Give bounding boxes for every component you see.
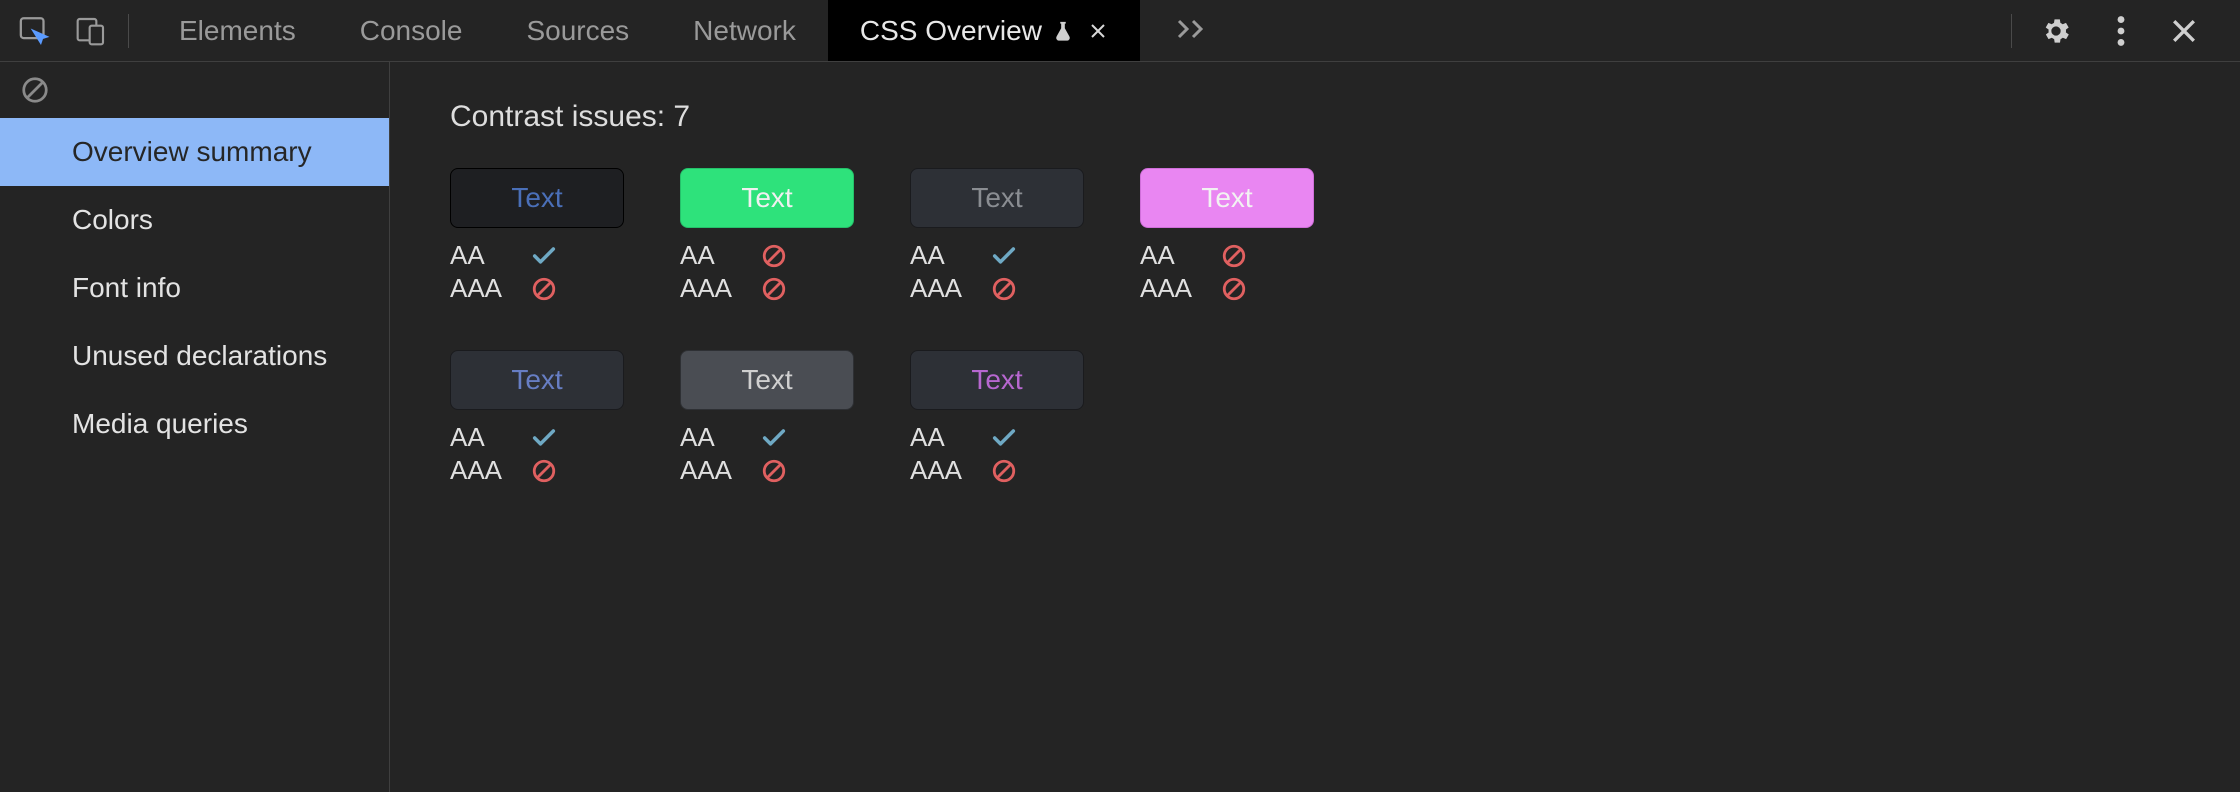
aaa-label: AAA: [680, 455, 760, 486]
aa-label: AA: [450, 240, 530, 271]
swatch-row: TextAAAAATextAAAAATextAAAAATextAAAAA: [450, 168, 2180, 304]
tab-sources[interactable]: Sources: [494, 0, 661, 61]
device-toggle-icon[interactable]: [72, 12, 110, 50]
tab-elements[interactable]: Elements: [147, 0, 328, 61]
swatch-sample: Text: [910, 350, 1084, 410]
heading-prefix: Contrast issues:: [450, 100, 673, 133]
clear-overview-icon[interactable]: [20, 75, 50, 105]
aaa-label: AAA: [450, 273, 530, 304]
aa-label: AA: [680, 240, 760, 271]
sidebar-item[interactable]: Media queries: [0, 390, 389, 458]
contrast-swatch[interactable]: Text AAAAA: [680, 350, 854, 486]
swatch-ratings: AAAAA: [910, 422, 1084, 486]
css-overview-sidebar: Overview summary Colors Font info Unused de…: [0, 62, 390, 792]
swatch-sample: Text: [450, 350, 624, 410]
contrast-swatch[interactable]: Text AAAAA: [910, 350, 1084, 486]
kebab-menu-icon[interactable]: [2116, 15, 2126, 47]
sidebar-item[interactable]: Unused declarations: [0, 322, 389, 390]
contrast-swatch[interactable]: Text AAAAA: [680, 168, 854, 304]
contrast-swatch[interactable]: Text AAAAA: [450, 168, 624, 304]
fail-icon: [990, 275, 1018, 303]
aaa-label: AAA: [450, 455, 530, 486]
swatch-ratings: AAAAA: [450, 422, 624, 486]
sidebar-item[interactable]: Overview summary: [0, 118, 389, 186]
fail-icon: [1220, 242, 1248, 270]
check-icon: [530, 242, 558, 270]
aa-label: AA: [910, 240, 990, 271]
toolbar-right: [2030, 15, 2224, 47]
devtools-tabbar: Elements Console Sources Network CSS Ove…: [0, 0, 2240, 62]
close-devtools-icon[interactable]: [2170, 17, 2198, 45]
fail-icon: [530, 275, 558, 303]
tab-label: CSS Overview: [860, 15, 1042, 47]
panel-tabs: Elements Console Sources Network CSS Ove…: [147, 0, 1140, 61]
fail-icon: [760, 275, 788, 303]
aa-label: AA: [450, 422, 530, 453]
swatch-ratings: AAAAA: [450, 240, 624, 304]
sidebar-item[interactable]: Font info: [0, 254, 389, 322]
swatch-row: TextAAAAATextAAAAATextAAAAA: [450, 350, 2180, 486]
swatch-sample: Text: [680, 168, 854, 228]
swatch-text: Text: [511, 364, 562, 396]
swatch-ratings: AAAAA: [680, 240, 854, 304]
aaa-label: AAA: [1140, 273, 1220, 304]
aaa-label: AAA: [910, 273, 990, 304]
swatch-sample: Text: [910, 168, 1084, 228]
experimental-icon: [1052, 18, 1074, 44]
swatch-sample: Text: [1140, 168, 1314, 228]
fail-icon: [760, 242, 788, 270]
check-icon: [990, 242, 1018, 270]
swatch-text: Text: [971, 364, 1022, 396]
fail-icon: [1220, 275, 1248, 303]
sidebar-item-label: Colors: [72, 204, 153, 236]
swatch-text: Text: [971, 182, 1022, 214]
more-tabs-icon[interactable]: [1158, 19, 1228, 43]
sidebar-item-label: Media queries: [72, 408, 248, 440]
close-tab-icon[interactable]: [1088, 21, 1108, 41]
inspect-icon[interactable]: [16, 12, 54, 50]
swatch-ratings: AAAAA: [910, 240, 1084, 304]
swatch-ratings: AAAAA: [680, 422, 854, 486]
swatch-text: Text: [741, 182, 792, 214]
toolbar-divider: [2011, 14, 2012, 48]
tab-css-overview[interactable]: CSS Overview: [828, 0, 1140, 61]
aa-label: AA: [910, 422, 990, 453]
toolbar-divider: [128, 14, 129, 48]
check-icon: [530, 424, 558, 452]
swatch-sample: Text: [680, 350, 854, 410]
tab-console[interactable]: Console: [328, 0, 495, 61]
aaa-label: AAA: [680, 273, 760, 304]
swatch-text: Text: [1201, 182, 1252, 214]
fail-icon: [760, 457, 788, 485]
aa-label: AA: [1140, 240, 1220, 271]
fail-icon: [530, 457, 558, 485]
check-icon: [990, 424, 1018, 452]
swatch-text: Text: [511, 182, 562, 214]
settings-icon[interactable]: [2040, 15, 2072, 47]
sidebar-item-label: Unused declarations: [72, 340, 327, 372]
contrast-swatch[interactable]: Text AAAAA: [450, 350, 624, 486]
check-icon: [760, 424, 788, 452]
section-heading: Contrast issues: 7: [450, 100, 2180, 134]
swatch-text: Text: [741, 364, 792, 396]
sidebar-item-label: Overview summary: [72, 136, 312, 168]
css-overview-main: Contrast issues: 7 TextAAAAATextAAAAATex…: [390, 62, 2240, 792]
sidebar-item-label: Font info: [72, 272, 181, 304]
contrast-swatch-grid: TextAAAAATextAAAAATextAAAAATextAAAAAText…: [450, 168, 2180, 486]
swatch-sample: Text: [450, 168, 624, 228]
aaa-label: AAA: [910, 455, 990, 486]
fail-icon: [990, 457, 1018, 485]
issue-count: 7: [673, 100, 690, 133]
tab-network[interactable]: Network: [661, 0, 828, 61]
swatch-ratings: AAAAA: [1140, 240, 1314, 304]
sidebar-item[interactable]: Colors: [0, 186, 389, 254]
contrast-swatch[interactable]: Text AAAAA: [1140, 168, 1314, 304]
contrast-swatch[interactable]: Text AAAAA: [910, 168, 1084, 304]
aa-label: AA: [680, 422, 760, 453]
